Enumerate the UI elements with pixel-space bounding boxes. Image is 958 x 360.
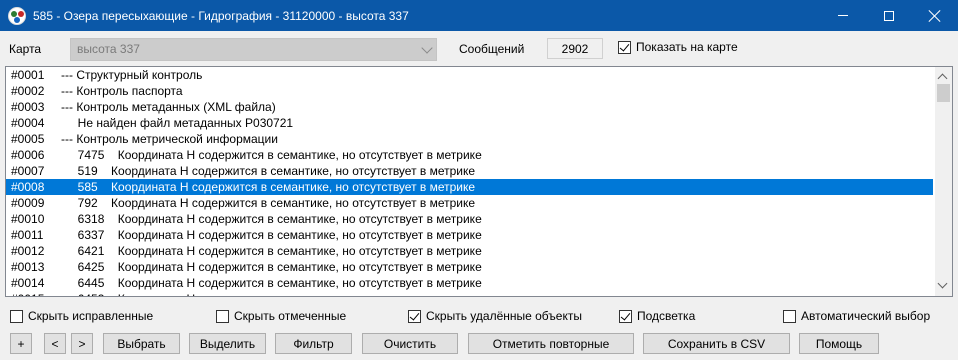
select-button[interactable]: Выбрать: [103, 333, 180, 354]
list-item[interactable]: #0011 6337 Координата H содержится в сем…: [6, 227, 935, 243]
scroll-thumb[interactable]: [937, 84, 950, 102]
highlight-button[interactable]: Выделить: [189, 333, 266, 354]
message-number: #0004: [11, 116, 45, 130]
list-item[interactable]: #0004 Не найден файл метаданных P030721: [6, 115, 935, 131]
list-item[interactable]: #0008 585 Координата H содержится в сема…: [6, 179, 933, 195]
list-item[interactable]: #0012 6421 Координата H содержится в сем…: [6, 243, 935, 259]
show-on-map-label: Показать на карте: [636, 40, 738, 54]
message-number: #0012: [11, 244, 45, 258]
checkbox-icon: [216, 309, 229, 323]
list-item[interactable]: #0014 6445 Координата H содержится в сем…: [6, 275, 935, 291]
app-icon[interactable]: [8, 6, 26, 25]
list-item[interactable]: #0005 --- Контроль метрической информации: [6, 131, 935, 147]
list-item[interactable]: #0015 6453 Координата H содержится в сем…: [6, 291, 935, 296]
message-text: --- Контроль метрической информации: [61, 132, 278, 146]
message-text: 6421 Координата H содержится в семантике…: [61, 244, 482, 258]
highlight-label: Подсветка: [637, 309, 696, 323]
maximize-icon: [884, 10, 894, 21]
map-label: Карта: [9, 42, 42, 56]
close-icon: [929, 10, 941, 22]
vertical-scrollbar[interactable]: [935, 67, 952, 296]
hide-marked-checkbox[interactable]: Скрыть отмеченные: [216, 309, 346, 323]
hide-marked-label: Скрыть отмеченные: [234, 309, 347, 323]
list-item[interactable]: #0009 792 Координата H содержится в сема…: [6, 195, 935, 211]
checkbox-icon: [10, 309, 23, 323]
window-title: 585 - Озера пересыхающие - Гидрография -…: [33, 8, 409, 23]
close-button[interactable]: [912, 0, 958, 31]
message-text: 6425 Координата H содержится в семантике…: [61, 260, 482, 274]
message-number: #0011: [11, 228, 44, 242]
checkbox-icon: [783, 309, 796, 323]
hide-fixed-label: Скрыть исправленные: [28, 309, 154, 323]
message-text: --- Контроль метаданных (XML файла): [61, 100, 276, 114]
messages-count: 2902: [547, 38, 603, 59]
list-item[interactable]: #0013 6425 Координата H содержится в сем…: [6, 259, 935, 275]
filter-button[interactable]: Фильтр: [275, 333, 352, 354]
message-text: 7475 Координата H содержится в семантике…: [61, 148, 482, 162]
minimize-button[interactable]: [820, 0, 866, 31]
list-item[interactable]: #0006 7475 Координата H содержится в сем…: [6, 147, 935, 163]
message-number: #0014: [11, 276, 45, 290]
message-text: 6445 Координата H содержится в семантике…: [61, 276, 482, 290]
add-button[interactable]: +: [10, 333, 32, 354]
message-text: 519 Координата H содержится в семантике,…: [61, 164, 476, 178]
message-text: 6453 Координата H содержится в семантике…: [61, 291, 482, 296]
auto-select-label: Автоматический выбор: [801, 309, 931, 323]
list-item[interactable]: #0001 --- Структурный контроль: [6, 67, 935, 83]
clear-button[interactable]: Очистить: [362, 333, 458, 354]
list-item[interactable]: #0002 --- Контроль паспорта: [6, 83, 935, 99]
list-item[interactable]: #0003 --- Контроль метаданных (XML файла): [6, 99, 935, 115]
message-number: #0001: [11, 68, 45, 82]
message-number: #0002: [11, 84, 45, 98]
message-text: 6337 Координата H содержится в семантике…: [61, 228, 482, 242]
map-select-value: высота 337: [77, 42, 140, 56]
checkbox-icon: [619, 309, 632, 323]
hide-deleted-checkbox[interactable]: Скрыть удалённые объекты: [408, 309, 582, 323]
message-number: #0007: [11, 164, 45, 178]
chevron-down-icon: [421, 42, 433, 54]
message-number: #0009: [11, 196, 45, 210]
show-on-map-checkbox[interactable]: Показать на карте: [618, 40, 738, 54]
message-number: #0008: [11, 180, 45, 194]
message-number: #0010: [11, 212, 45, 226]
message-text: Не найден файл метаданных P030721: [61, 116, 294, 130]
mark-repeated-button[interactable]: Отметить повторные: [468, 333, 634, 354]
message-text: 6318 Координата H содержится в семантике…: [61, 212, 482, 226]
hide-deleted-label: Скрыть удалённые объекты: [426, 309, 582, 323]
save-csv-button[interactable]: Сохранить в CSV: [643, 333, 790, 354]
message-text: 585 Координата H содержится в семантике,…: [61, 180, 476, 194]
auto-select-checkbox[interactable]: Автоматический выбор: [783, 309, 930, 323]
minimize-icon: [838, 15, 848, 16]
checkbox-icon: [408, 309, 421, 323]
checkbox-icon: [618, 40, 631, 54]
highlight-checkbox[interactable]: Подсветка: [619, 309, 695, 323]
message-number: #0005: [11, 132, 45, 146]
title-bar: 585 - Озера пересыхающие - Гидрография -…: [0, 0, 958, 31]
maximize-button[interactable]: [866, 0, 912, 31]
message-rows: #0001 --- Структурный контроль #0002 --- Ко…: [6, 67, 935, 296]
message-text: --- Контроль паспорта: [61, 84, 183, 98]
list-item[interactable]: #0010 6318 Координата H содержится в сем…: [6, 211, 935, 227]
message-number: #0015: [11, 291, 44, 296]
message-number: #0006: [11, 148, 45, 162]
messages-label: Сообщений: [459, 42, 525, 56]
map-select[interactable]: высота 337: [70, 38, 437, 61]
next-button[interactable]: >: [71, 333, 93, 354]
message-number: #0003: [11, 100, 45, 114]
hide-fixed-checkbox[interactable]: Скрыть исправленные: [10, 309, 153, 323]
message-text: --- Структурный контроль: [61, 68, 203, 82]
help-button[interactable]: Помощь: [799, 333, 879, 354]
prev-button[interactable]: <: [44, 333, 66, 354]
message-number: #0013: [11, 260, 45, 274]
scroll-down-icon[interactable]: [937, 278, 948, 289]
list-item[interactable]: #0007 519 Координата H содержится в сема…: [6, 163, 935, 179]
scroll-up-icon[interactable]: [937, 73, 948, 84]
message-text: 792 Координата H содержится в семантике,…: [61, 196, 476, 210]
message-list[interactable]: #0001 --- Структурный контроль #0002 --- Ко…: [5, 66, 953, 297]
